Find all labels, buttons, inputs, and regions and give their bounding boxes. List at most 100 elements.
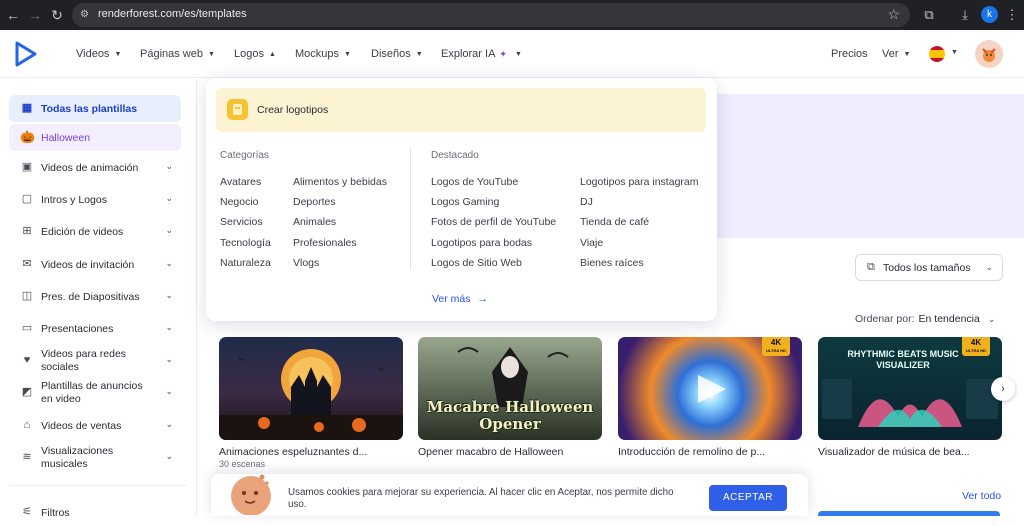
chevron-down-icon: ⌄ bbox=[165, 386, 173, 396]
user-avatar[interactable] bbox=[975, 40, 1003, 68]
sort-control[interactable]: Ordenar por: En tendencia ⌄ bbox=[855, 313, 995, 325]
language-caret-icon[interactable]: ▼ bbox=[951, 49, 958, 56]
social-icon: ♥ bbox=[23, 354, 31, 366]
card-title[interactable]: Introducción de remolino de p... bbox=[618, 446, 802, 458]
template-card[interactable]: RHYTHMIC BEATS MUSIC VISUALIZER 4K ULTRA… bbox=[818, 337, 1002, 440]
sidebar-item-ventas[interactable]: ⌂ Videos de ventas ⌄ bbox=[9, 412, 181, 439]
bookmark-star-icon[interactable]: ☆ bbox=[887, 6, 900, 23]
cookie-message: Usamos cookies para mejorar su experienc… bbox=[288, 487, 674, 510]
caret-down-icon: ▼ bbox=[208, 51, 215, 58]
chevron-down-icon: ⌄ bbox=[165, 225, 173, 235]
see-more-link[interactable]: Ver más → bbox=[432, 293, 488, 305]
sidebar-item-musicales[interactable]: ≋ Visualizaciones musicales ⌄ bbox=[9, 444, 181, 471]
sidebar-item-animacion[interactable]: ▣ Videos de animación ⌄ bbox=[9, 154, 181, 181]
create-logos-link[interactable]: Crear logotipos bbox=[216, 88, 706, 132]
featured-heading: Destacado bbox=[431, 150, 479, 161]
chevron-down-icon: ⌄ bbox=[165, 258, 173, 268]
sales-icon: ⌂ bbox=[23, 419, 31, 431]
featured-link[interactable]: Logotipos para bodas bbox=[431, 237, 532, 249]
menu-disenos[interactable]: Diseños ▼ bbox=[371, 48, 423, 60]
sidebar-item-todas[interactable]: ▦ Todas las plantillas bbox=[9, 95, 181, 122]
caret-down-icon: ▼ bbox=[344, 51, 351, 58]
categories-heading: Categorías bbox=[220, 150, 269, 161]
chevron-down-icon: ⌄ bbox=[165, 419, 173, 429]
reload-icon[interactable]: ↻ bbox=[48, 6, 66, 24]
sidebar-item-intros[interactable]: ▢ Intros y Logos ⌄ bbox=[9, 186, 181, 213]
menu-videos[interactable]: Videos ▼ bbox=[76, 48, 121, 60]
see-all-link[interactable]: Ver todo bbox=[962, 490, 1001, 502]
sidebar-divider bbox=[9, 485, 187, 486]
category-link[interactable]: Profesionales bbox=[293, 237, 357, 249]
extensions-icon[interactable]: ⧉ bbox=[920, 6, 938, 24]
presentation-icon: ▭ bbox=[21, 322, 33, 334]
card-title[interactable]: Animaciones espeluznantes d... bbox=[219, 446, 403, 458]
featured-link[interactable]: Fotos de perfil de YouTube bbox=[431, 216, 556, 228]
renderforest-logo[interactable] bbox=[14, 41, 38, 67]
category-link[interactable]: Deportes bbox=[293, 196, 336, 208]
grid-icon: ▦ bbox=[21, 102, 33, 114]
sidebar-item-halloween[interactable]: 🎃 Halloween bbox=[9, 124, 181, 151]
menu-mockups[interactable]: Mockups ▼ bbox=[295, 48, 351, 60]
card-title[interactable]: Opener macabro de Halloween bbox=[418, 446, 602, 458]
profile-avatar[interactable]: k bbox=[981, 6, 998, 23]
card-image-text: Macabre Halloween Opener bbox=[426, 398, 594, 433]
site-header: Videos ▼ Páginas web ▼ Logos ▲ Mockups ▼ Dis… bbox=[0, 30, 1024, 78]
cookie-icon bbox=[231, 474, 271, 515]
category-link[interactable]: Alimentos y bebidas bbox=[293, 176, 387, 188]
featured-link[interactable]: Logos de YouTube bbox=[431, 176, 518, 188]
menu-explorar-ia[interactable]: Explorar IA ✦ ▼ bbox=[441, 48, 522, 60]
download-icon[interactable]: ⤓ bbox=[956, 6, 974, 24]
spain-flag-icon[interactable] bbox=[929, 46, 945, 62]
edit-icon: ⊞ bbox=[22, 225, 32, 237]
featured-link[interactable]: Logotipos para instagram bbox=[580, 176, 699, 188]
sizes-select[interactable]: ⧉ Todos los tamaños ⌄ bbox=[855, 254, 1003, 281]
dropdown-divider bbox=[410, 148, 411, 270]
caret-down-icon: ▼ bbox=[514, 51, 522, 58]
sidebar: ▦ Todas las plantillas 🎃 Halloween ▣ Vid… bbox=[0, 79, 197, 519]
back-icon[interactable]: ← bbox=[4, 6, 22, 24]
category-link[interactable]: Tecnología bbox=[220, 237, 271, 249]
sidebar-item-edicion[interactable]: ⊞ Edición de videos ⌄ bbox=[9, 218, 181, 245]
menu-logos[interactable]: Logos ▲ bbox=[234, 48, 276, 60]
promo-banner bbox=[700, 94, 1024, 238]
carousel-next-button[interactable]: › bbox=[991, 377, 1015, 401]
chevron-down-icon: ⌄ bbox=[165, 161, 173, 171]
forward-icon[interactable]: → bbox=[26, 6, 44, 24]
sidebar-item-redes[interactable]: ♥ Videos para redes sociales ⌄ bbox=[9, 347, 181, 374]
featured-link[interactable]: Logos de Sitio Web bbox=[431, 257, 522, 269]
chevron-down-icon: ⌄ bbox=[985, 262, 993, 272]
menu-paginas-web[interactable]: Páginas web ▼ bbox=[140, 48, 215, 60]
menu-ver[interactable]: Ver ▼ bbox=[882, 48, 910, 60]
category-link[interactable]: Vlogs bbox=[293, 257, 319, 269]
category-link[interactable]: Animales bbox=[293, 216, 336, 228]
menu-precios[interactable]: Precios bbox=[831, 48, 868, 60]
chevron-down-icon: ⌄ bbox=[165, 193, 173, 203]
sidebar-item-presentaciones[interactable]: ▭ Presentaciones ⌄ bbox=[9, 315, 181, 342]
address-bar[interactable]: ⚙ renderforest.com/es/templates ☆ bbox=[72, 3, 910, 27]
category-link[interactable]: Avatares bbox=[220, 176, 261, 188]
animation-icon: ▣ bbox=[21, 161, 33, 173]
category-link[interactable]: Naturaleza bbox=[220, 257, 271, 269]
sidebar-item-invitacion[interactable]: ✉ Videos de invitación ⌄ bbox=[9, 251, 181, 278]
sidebar-item-anuncios[interactable]: ◩ Plantillas de anuncios en video ⌄ bbox=[9, 379, 181, 406]
featured-link[interactable]: Tienda de café bbox=[580, 216, 649, 228]
accept-cookies-button[interactable]: ACEPTAR bbox=[709, 485, 787, 511]
featured-link[interactable]: Logos Gaming bbox=[431, 196, 499, 208]
card-title[interactable]: Visualizador de música de bea... bbox=[818, 446, 1002, 458]
url-text: renderforest.com/es/templates bbox=[98, 8, 247, 20]
site-info-icon[interactable]: ⚙ bbox=[80, 8, 93, 21]
featured-link[interactable]: DJ bbox=[580, 196, 593, 208]
featured-link[interactable]: Viaje bbox=[580, 237, 603, 249]
featured-link[interactable]: Bienes raíces bbox=[580, 257, 644, 269]
card-subtitle: 30 escenas bbox=[219, 459, 266, 469]
sidebar-item-filtros[interactable]: ⚟ Filtros bbox=[9, 499, 181, 526]
category-link[interactable]: Negocio bbox=[220, 196, 259, 208]
browser-menu-icon[interactable]: ⋮ bbox=[1003, 6, 1021, 24]
sparkle-icon: ✦ bbox=[499, 49, 507, 59]
template-card[interactable]: Macabre Halloween Opener bbox=[418, 337, 602, 440]
sidebar-item-diapositivas[interactable]: ◫ Pres. de Diapositivas ⌄ bbox=[9, 283, 181, 310]
template-card[interactable] bbox=[219, 337, 403, 440]
category-link[interactable]: Servicios bbox=[220, 216, 263, 228]
card-preview-peek bbox=[818, 511, 1000, 516]
template-card[interactable]: 4K ULTRA HD bbox=[618, 337, 802, 440]
